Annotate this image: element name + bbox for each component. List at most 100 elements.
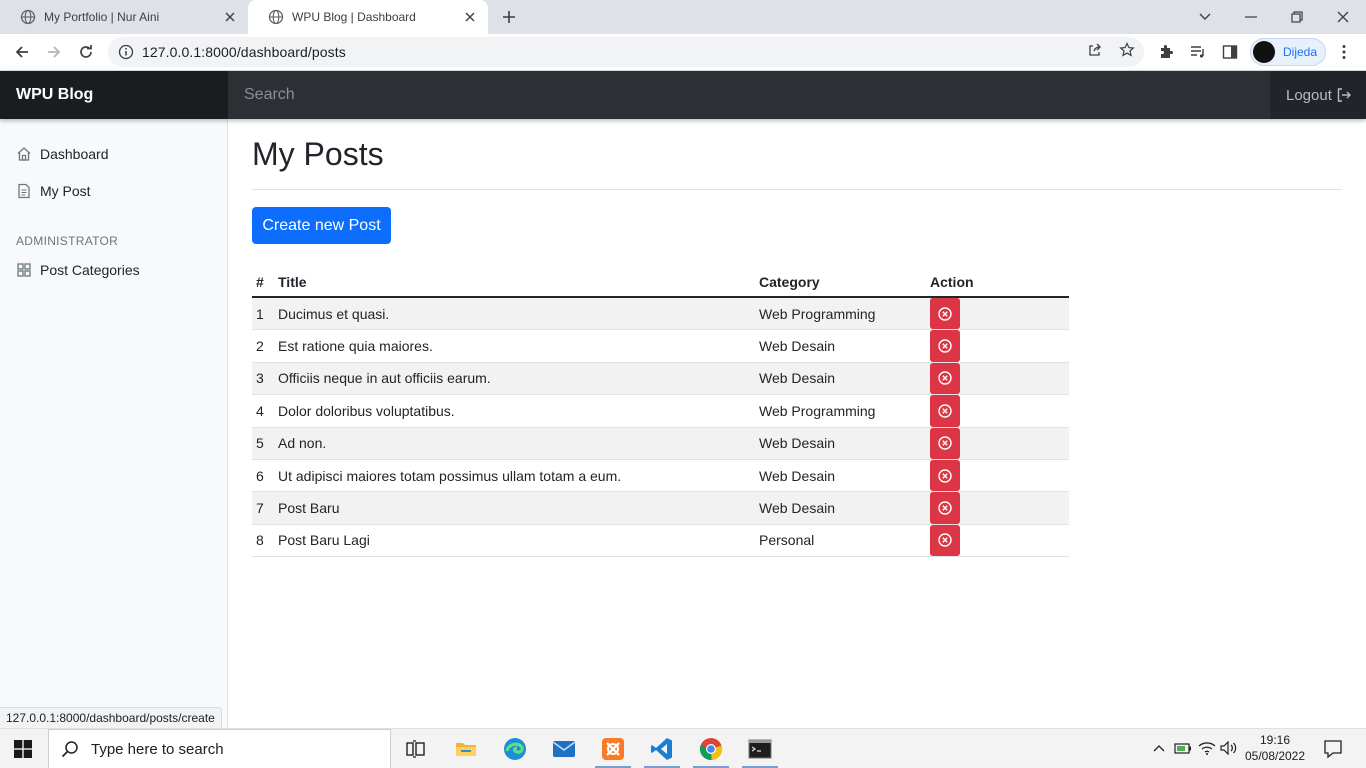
cell-title: Post Baru (278, 500, 340, 517)
browser-tab-active[interactable]: WPU Blog | Dashboard (248, 0, 488, 34)
cell-title: Ducimus et quasi. (278, 305, 390, 322)
share-button[interactable] (1085, 40, 1105, 60)
arrow-right-icon (48, 46, 61, 58)
close-icon[interactable] (222, 9, 238, 25)
task-view-icon[interactable] (402, 735, 430, 763)
search-input[interactable]: Search (228, 71, 1270, 119)
delete-post-button[interactable] (930, 362, 960, 395)
tab-title: My Portfolio | Nur Aini (44, 10, 160, 24)
delete-post-button[interactable] (930, 395, 960, 427)
chevron-down-icon (1199, 13, 1211, 20)
grid-icon (16, 262, 32, 278)
minimize-button[interactable] (1228, 0, 1274, 34)
sidebar-item-post-categories[interactable]: Post Categories (16, 262, 140, 278)
brand-link[interactable]: WPU Blog (0, 71, 228, 119)
plus-icon (503, 11, 515, 23)
delete-post-button[interactable] (930, 298, 960, 330)
table-header: # Title Category Action (252, 268, 1069, 298)
chrome-icon[interactable] (697, 735, 725, 763)
globe-icon (20, 9, 36, 25)
cell-number: 3 (256, 370, 264, 387)
taskbar-search-input[interactable]: Type here to search (48, 729, 391, 768)
star-icon (1119, 42, 1135, 57)
page-title: My Posts (252, 136, 384, 172)
delete-post-button[interactable] (930, 492, 960, 524)
terminal-icon[interactable] (746, 735, 774, 763)
reload-button[interactable] (76, 42, 96, 62)
windows-start-icon[interactable] (14, 740, 32, 758)
restore-button[interactable] (1274, 0, 1320, 34)
info-icon[interactable] (118, 44, 134, 60)
reload-icon (80, 45, 92, 58)
extensions-button[interactable] (1156, 42, 1176, 62)
logout-button[interactable]: Logout (1270, 71, 1366, 119)
profile-name: Dijeda (1283, 45, 1318, 59)
clock-date: 05/08/2022 (1244, 749, 1306, 763)
browser-menu-button[interactable] (1334, 42, 1354, 62)
wifi-icon[interactable] (1198, 739, 1216, 757)
cell-title: Ut adipisci maiores totam possimus ullam… (278, 467, 622, 484)
posts-table: # Title Category Action 1 Ducimus et quas… (252, 268, 1069, 558)
cell-category: Web Programming (759, 305, 876, 322)
x-circle-icon (938, 428, 952, 459)
file-text-icon (16, 183, 32, 199)
table-row: 8 Post Baru Lagi Personal (252, 524, 1069, 558)
tab-search-button[interactable] (1182, 0, 1228, 34)
close-window-button[interactable] (1320, 0, 1366, 34)
close-icon (1337, 11, 1349, 23)
close-icon[interactable] (462, 9, 478, 25)
delete-post-button[interactable] (930, 330, 960, 362)
forward-button[interactable] (44, 42, 64, 62)
more-vert-icon (1342, 45, 1346, 59)
divider (252, 189, 1342, 190)
profile-button[interactable]: Dijeda (1250, 38, 1326, 66)
column-header-number: # (256, 274, 264, 290)
sidebar: Dashboard My Post ADMINISTRATOR Post Cat… (0, 119, 228, 728)
x-circle-icon (938, 460, 952, 491)
side-panel-icon (1222, 45, 1238, 59)
notification-icon[interactable] (1323, 739, 1343, 759)
sidebar-item-my-post[interactable]: My Post (16, 183, 91, 199)
chevron-up-icon[interactable] (1150, 739, 1168, 757)
cell-title: Ad non. (278, 435, 327, 452)
app-navbar: WPU Blog Search Logout (0, 71, 1366, 119)
edge-browser-icon[interactable] (501, 735, 529, 763)
xampp-icon[interactable] (599, 735, 627, 763)
create-post-button[interactable]: Create new Post (252, 207, 391, 244)
url-text: 127.0.0.1:8000/dashboard/posts (142, 44, 346, 60)
cell-number: 5 (256, 435, 264, 452)
sidebar-item-dashboard[interactable]: Dashboard (16, 146, 109, 162)
share-icon (1089, 43, 1101, 56)
delete-post-button[interactable] (930, 459, 960, 492)
browser-tab[interactable]: My Portfolio | Nur Aini (0, 0, 248, 34)
new-tab-button[interactable] (499, 7, 519, 27)
cell-number: 2 (256, 338, 264, 355)
taskbar: Type here to search 19:16 05/08/2022 (0, 728, 1366, 768)
puzzle-icon (1161, 45, 1173, 58)
bookmark-button[interactable] (1117, 40, 1137, 60)
system-clock[interactable]: 19:16 05/08/2022 (1240, 732, 1310, 764)
mail-icon[interactable] (550, 735, 578, 763)
battery-icon[interactable] (1174, 739, 1192, 757)
browser-tab-bar: My Portfolio | Nur Aini WPU Blog | Dashb… (0, 0, 1366, 34)
cell-number: 8 (256, 532, 264, 549)
x-circle-icon (938, 395, 952, 426)
cell-category: Web Programming (759, 402, 876, 419)
volume-icon[interactable] (1220, 739, 1238, 757)
cell-number: 7 (256, 500, 264, 517)
delete-post-button[interactable] (930, 427, 960, 459)
sidebar-item-label: Dashboard (40, 146, 109, 162)
table-row: 7 Post Baru Web Desain (252, 492, 1069, 525)
file-explorer-icon[interactable] (452, 735, 480, 763)
back-button[interactable] (12, 42, 32, 62)
vscode-icon[interactable] (648, 735, 676, 763)
column-header-title: Title (278, 274, 307, 290)
table-row: 1 Ducimus et quasi. Web Programming (252, 298, 1069, 331)
side-panel-button[interactable] (1220, 42, 1240, 62)
cell-title: Post Baru Lagi (278, 532, 370, 549)
avatar (1253, 41, 1275, 63)
delete-post-button[interactable] (930, 524, 960, 557)
cell-category: Web Desain (759, 467, 836, 484)
address-bar[interactable]: 127.0.0.1:8000/dashboard/posts (108, 37, 1144, 67)
media-button[interactable] (1188, 42, 1208, 62)
